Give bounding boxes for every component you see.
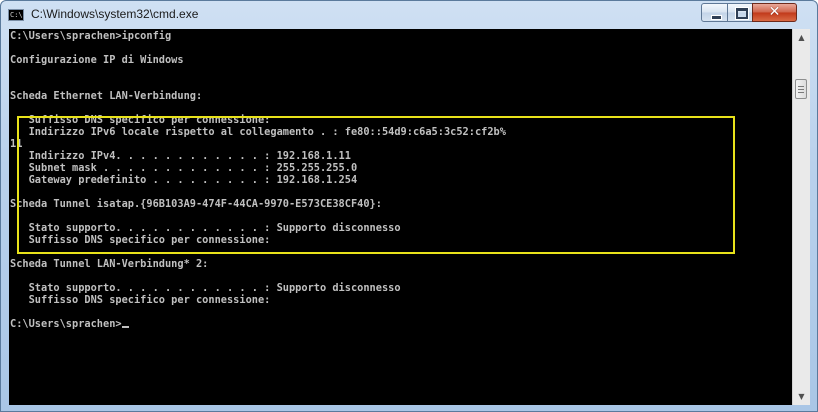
console-line: C:\Users\sprachen>ipconfig (10, 30, 172, 42)
console-line: Subnet mask . . . . . . . . . . . . . : … (10, 162, 358, 174)
window-title: C:\Windows\system32\cmd.exe (31, 7, 199, 21)
minimize-icon (711, 15, 722, 20)
title-bar[interactable]: C:\ C:\Windows\system32\cmd.exe ✕ (1, 1, 817, 29)
close-icon: ✕ (768, 4, 781, 20)
console-line: Stato supporto. . . . . . . . . . . . : … (10, 222, 401, 234)
cmd-window: C:\ C:\Windows\system32\cmd.exe ✕ C:\Use… (0, 0, 818, 412)
scroll-down-button[interactable]: ▼ (793, 388, 810, 405)
console-line: Indirizzo IPv6 locale rispetto al colleg… (10, 126, 506, 138)
console-line: Configurazione IP di Windows (10, 54, 184, 66)
console-line: 11 (10, 138, 23, 150)
window-frame-bottom (1, 405, 817, 411)
grip-line (798, 86, 804, 87)
grip-line (798, 92, 804, 93)
console-line: Scheda Ethernet LAN-Verbindung: (10, 90, 203, 102)
minimize-button[interactable] (701, 3, 728, 22)
console-line: Indirizzo IPv4. . . . . . . . . . . . : … (10, 150, 351, 162)
console-line: Suffisso DNS specifico per connessione: (10, 294, 271, 306)
prompt-line[interactable]: C:\Users\sprachen> (10, 318, 506, 330)
console-lines: C:\Users\sprachen>ipconfig Configurazion… (10, 30, 506, 330)
cmd-icon[interactable]: C:\ (8, 9, 24, 21)
console-line: Stato supporto. . . . . . . . . . . . : … (10, 282, 401, 294)
console-line: Suffisso DNS specifico per connessione: (10, 234, 271, 246)
console-line: Suffisso DNS specifico per connessione: (10, 114, 271, 126)
console-line: Scheda Tunnel isatap.{96B103A9-474F-44CA… (10, 198, 382, 210)
prompt-text: C:\Users\sprachen> (10, 318, 122, 330)
console-line: Gateway predefinito . . . . . . . . . : … (10, 174, 358, 186)
console-line: Scheda Tunnel LAN-Verbindung* 2: (10, 258, 209, 270)
console-output[interactable]: C:\Users\sprachen>ipconfig Configurazion… (9, 29, 792, 405)
grip-line (798, 89, 804, 90)
scroll-up-button[interactable]: ▲ (793, 29, 810, 46)
text-cursor (121, 326, 129, 328)
scroll-thumb[interactable] (795, 79, 807, 99)
maximize-icon (735, 7, 749, 20)
close-button[interactable]: ✕ (752, 3, 797, 22)
maximize-button[interactable] (727, 3, 753, 22)
vertical-scrollbar[interactable]: ▲ ▼ (792, 29, 810, 405)
